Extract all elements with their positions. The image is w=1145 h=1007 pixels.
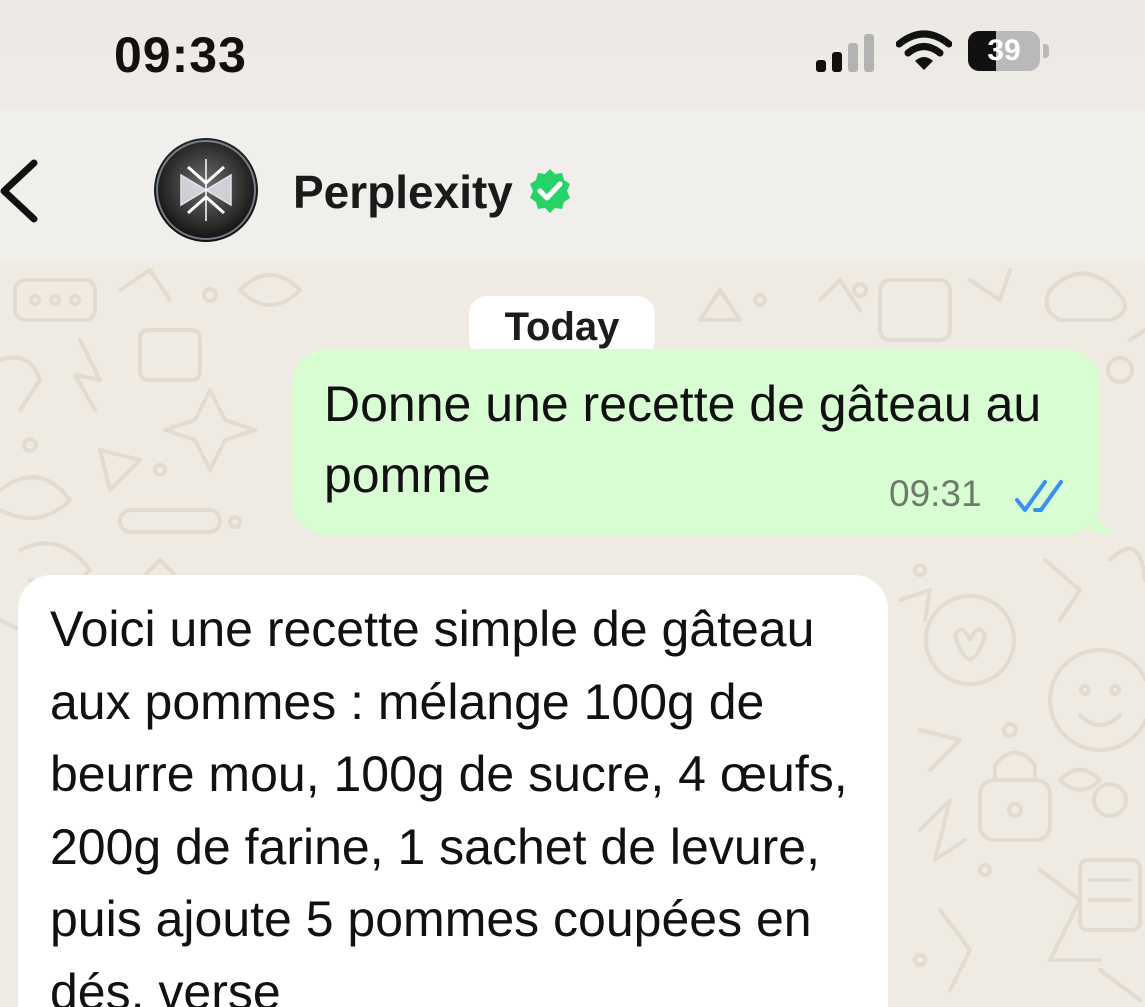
- signal-bar: [848, 43, 858, 72]
- status-time: 09:33: [114, 27, 247, 83]
- contact-name[interactable]: Perplexity: [293, 165, 513, 219]
- verified-badge-icon: [530, 169, 570, 213]
- signal-bar: [816, 60, 826, 72]
- cellular-signal-icon: [816, 34, 874, 72]
- battery-icon: 39: [968, 31, 1052, 75]
- message-bubble-incoming[interactable]: Voici une recette simple de gâteau aux p…: [18, 575, 888, 1007]
- message-text: Voici une recette simple de gâteau aux p…: [50, 601, 848, 1007]
- message-bubble-outgoing[interactable]: Donne une recette de gâteau au pomme 09:…: [292, 349, 1100, 535]
- signal-bar: [864, 34, 874, 72]
- signal-bar: [832, 52, 842, 72]
- wifi-icon: [896, 30, 952, 70]
- status-bar: 09:33 39: [0, 0, 1145, 110]
- double-check-read-icon: [1015, 480, 1063, 512]
- chat-area[interactable]: Today Donne une recette de gâteau au pom…: [0, 260, 1145, 1007]
- perplexity-logo-icon: [180, 159, 232, 221]
- avatar[interactable]: [153, 137, 259, 243]
- back-button[interactable]: [0, 155, 50, 225]
- chat-header: Perplexity: [0, 110, 1145, 260]
- message-timestamp: 09:31: [889, 473, 982, 514]
- battery-level: 39: [987, 34, 1021, 67]
- chevron-left-icon: [0, 159, 38, 223]
